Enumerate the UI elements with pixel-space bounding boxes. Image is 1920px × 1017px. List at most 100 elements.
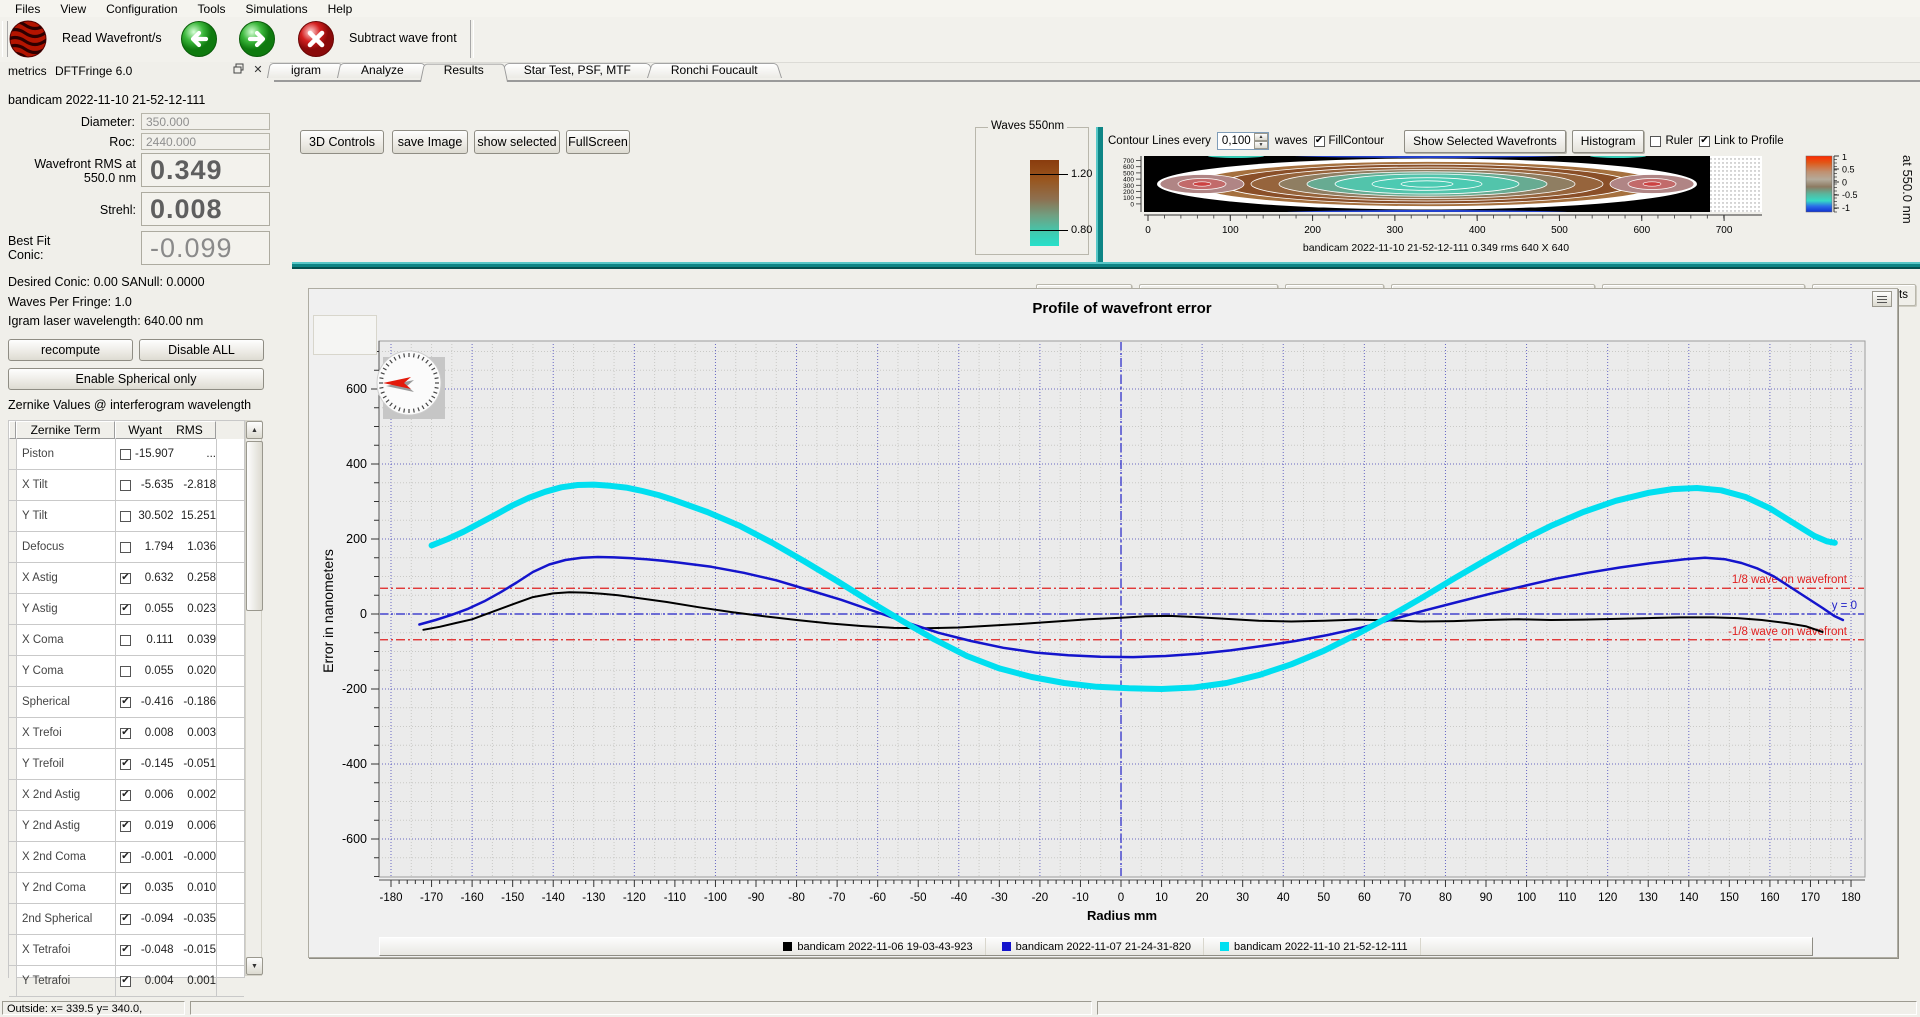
dock-close-icon[interactable]: ✕: [250, 63, 266, 78]
zernike-enable-checkbox[interactable]: [120, 542, 131, 553]
fillcontour-checkbox[interactable]: ✔FillContour: [1314, 135, 1385, 147]
scroll-thumb[interactable]: [246, 441, 263, 611]
toolbar-grip[interactable]: [2, 21, 8, 57]
3d-controls-button[interactable]: 3D Controls: [300, 130, 384, 154]
zernike-term: 2nd Spherical: [17, 904, 116, 934]
col-wyant-rms[interactable]: WyantRMS: [115, 421, 216, 439]
svg-text:30: 30: [1236, 892, 1249, 904]
zernike-enable-checkbox[interactable]: ✔: [120, 945, 131, 956]
zernike-enable-checkbox[interactable]: ✔: [120, 852, 131, 863]
disable-all-button[interactable]: Disable ALL: [139, 339, 264, 361]
zernike-term: Y 2nd Astig: [17, 811, 116, 841]
zernike-row-y-trefoil[interactable]: Y Trefoil✔-0.145-0.051: [9, 749, 244, 780]
link-to-profile-checkbox[interactable]: ✔Link to Profile: [1699, 135, 1784, 147]
waves-colorbar-box: Waves 550nm 1.20 0.80: [975, 127, 1089, 255]
scroll-down-icon[interactable]: ▼: [246, 957, 263, 975]
splitter-horizontal[interactable]: [292, 262, 1920, 269]
legend-bandicam-2022-11-10-21-52-12-111[interactable]: bandicam 2022-11-10 21-52-12-111: [1208, 938, 1421, 955]
save-image-button[interactable]: save Image: [392, 130, 468, 154]
menu-view[interactable]: View: [51, 1, 95, 17]
zernike-row-x-coma[interactable]: X Coma0.1110.039: [9, 625, 244, 656]
zernike-enable-checkbox[interactable]: [120, 449, 131, 460]
subtract-cancel-icon[interactable]: [297, 20, 335, 58]
zernike-row-spherical[interactable]: Spherical✔-0.416-0.186: [9, 687, 244, 718]
svg-text:600: 600: [1633, 225, 1650, 236]
zernike-enable-checkbox[interactable]: ✔: [120, 790, 131, 801]
scroll-up-icon[interactable]: ▲: [246, 421, 263, 439]
menu-simulations[interactable]: Simulations: [237, 1, 317, 17]
row-header: [9, 625, 17, 655]
histogram-button[interactable]: Histogram: [1572, 130, 1645, 153]
zernike-enable-checkbox[interactable]: [120, 635, 131, 646]
splitter-vertical[interactable]: [1096, 127, 1103, 269]
ruler-checkbox[interactable]: Ruler: [1650, 135, 1692, 147]
svg-text:100: 100: [1517, 892, 1536, 904]
zernike-row-2nd-spherical[interactable]: 2nd Spherical✔-0.094-0.035: [9, 904, 244, 935]
diameter-field[interactable]: 350.000: [141, 113, 270, 130]
zernike-values: -5.635-2.818: [116, 470, 217, 500]
zernike-row-y-2nd-coma[interactable]: Y 2nd Coma✔0.0350.010: [9, 873, 244, 904]
compass-gauge-icon[interactable]: [375, 349, 447, 421]
menu-files[interactable]: Files: [6, 1, 49, 17]
zernike-row-piston[interactable]: Piston-15.907...: [9, 439, 244, 470]
zernike-enable-checkbox[interactable]: ✔: [120, 573, 131, 584]
zernike-row-x-2nd-astig[interactable]: X 2nd Astig✔0.0060.002: [9, 780, 244, 811]
zernike-row-defocus[interactable]: Defocus1.7941.036: [9, 532, 244, 563]
zernike-row-x-2nd-coma[interactable]: X 2nd Coma✔-0.001-0.000: [9, 842, 244, 873]
zernike-enable-checkbox[interactable]: ✔: [120, 914, 131, 925]
col-zernike-term[interactable]: Zernike Term: [16, 421, 115, 439]
show-selected-wavefronts-button[interactable]: Show Selected Wavefronts: [1404, 130, 1566, 153]
tab-analyze[interactable]: Analyze: [344, 62, 421, 78]
svg-text:-140: -140: [542, 892, 565, 904]
menu-configuration[interactable]: Configuration: [97, 1, 186, 17]
tab-igram[interactable]: igram: [274, 62, 338, 78]
zernike-row-x-trefoi[interactable]: X Trefoi✔0.0080.003: [9, 718, 244, 749]
show-selected-button[interactable]: show selected: [474, 130, 560, 154]
zernike-scrollbar[interactable]: ▲ ▼: [245, 420, 262, 976]
menu-tools[interactable]: Tools: [189, 1, 235, 17]
recompute-button[interactable]: recompute: [8, 339, 133, 361]
tab-ronchi-foucault[interactable]: Ronchi Foucault: [654, 62, 775, 78]
tab-star-test-psf-mtf[interactable]: Star Test, PSF, MTF: [507, 62, 648, 78]
read-wavefront-label[interactable]: Read Wavefront/s: [62, 31, 162, 45]
svg-text:170: 170: [1801, 892, 1820, 904]
zernike-term: Piston: [17, 439, 116, 469]
dock-float-icon[interactable]: [230, 63, 246, 78]
zernike-row-y-astig[interactable]: Y Astig✔0.0550.023: [9, 594, 244, 625]
waves-colorbar-title: Waves 550nm: [988, 120, 1067, 132]
forward-arrow-icon[interactable]: [238, 20, 276, 58]
zernike-enable-checkbox[interactable]: [120, 511, 131, 522]
legend-bandicam-2022-11-06-19-03-43-923[interactable]: bandicam 2022-11-06 19-03-43-923: [771, 938, 985, 955]
zernike-enable-checkbox[interactable]: [120, 480, 131, 491]
menu-help[interactable]: Help: [319, 1, 362, 17]
svg-text:160: 160: [1760, 892, 1779, 904]
zernike-enable-checkbox[interactable]: ✔: [120, 821, 131, 832]
dock-title: metrics: [8, 64, 47, 78]
zernike-row-y-2nd-astig[interactable]: Y 2nd Astig✔0.0190.006: [9, 811, 244, 842]
zernike-row-x-astig[interactable]: X Astig✔0.6320.258: [9, 563, 244, 594]
zernike-enable-checkbox[interactable]: ✔: [120, 728, 131, 739]
zernike-row-y-tilt[interactable]: Y Tilt30.50215.251: [9, 501, 244, 532]
zernike-row-x-tilt[interactable]: X Tilt-5.635-2.818: [9, 470, 244, 501]
zernike-enable-checkbox[interactable]: ✔: [120, 604, 131, 615]
wavefront-icon[interactable]: [9, 20, 47, 58]
contour-interval-spinner[interactable]: 0,100 ▲▼: [1217, 132, 1269, 150]
zernike-enable-checkbox[interactable]: [120, 666, 131, 677]
roc-field[interactable]: 2440.000: [141, 133, 270, 150]
zernike-row-y-tetrafoi[interactable]: Y Tetrafoi✔0.0040.001: [9, 966, 244, 997]
legend-bandicam-2022-11-07-21-24-31-820[interactable]: bandicam 2022-11-07 21-24-31-820: [990, 938, 1204, 955]
legend-menu-icon[interactable]: [1872, 291, 1892, 307]
enable-spherical-button[interactable]: Enable Spherical only: [8, 368, 264, 390]
zernike-row-y-coma[interactable]: Y Coma0.0550.020: [9, 656, 244, 687]
tab-results[interactable]: Results: [427, 62, 501, 81]
zernike-enable-checkbox[interactable]: ✔: [120, 883, 131, 894]
zernike-row-x-tetrafoi[interactable]: X Tetrafoi✔-0.048-0.015: [9, 935, 244, 966]
zernike-enable-checkbox[interactable]: ✔: [120, 976, 131, 987]
subtract-wavefront-label[interactable]: Subtract wave front: [349, 31, 457, 45]
zernike-enable-checkbox[interactable]: ✔: [120, 759, 131, 770]
zernike-enable-checkbox[interactable]: ✔: [120, 697, 131, 708]
fullscreen-button[interactable]: FullScreen: [566, 130, 630, 154]
zernike-term: Y 2nd Coma: [17, 873, 116, 903]
back-arrow-icon[interactable]: [180, 20, 218, 58]
zernike-term: Spherical: [17, 687, 116, 717]
